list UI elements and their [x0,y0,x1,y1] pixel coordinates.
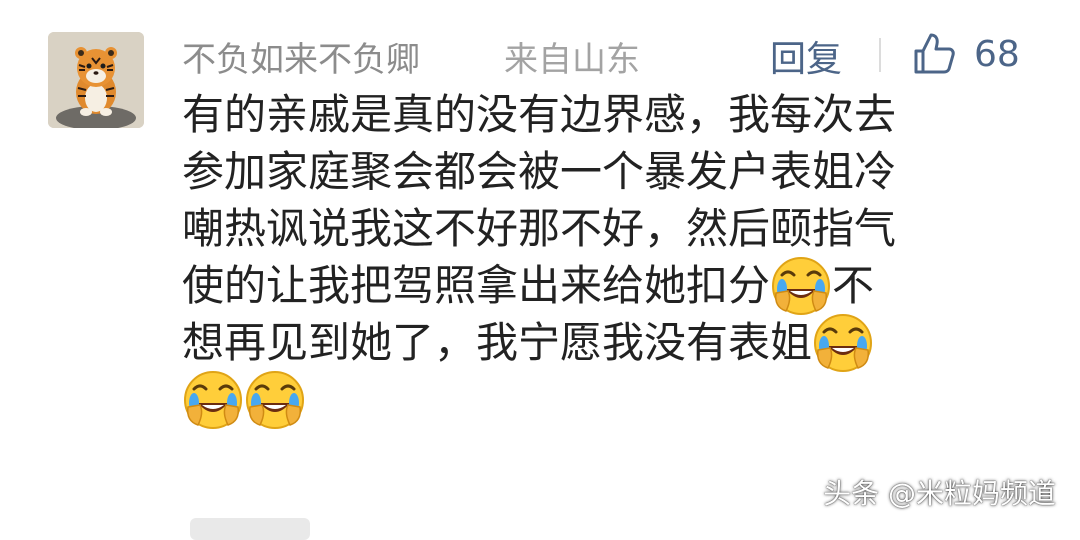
text-line: 想再见到她了，我宁愿我没有表姐 [182,312,1042,374]
reply-button[interactable]: 回复 [770,30,842,82]
username[interactable]: 不负如来不负卿 [182,32,420,81]
like-count: 68 [974,33,1020,75]
like-button[interactable]: 68 [910,28,1020,80]
comment-item: 不负如来不负卿 来自山东 回复 68 有的亲戚是真的没有边界感，我每次去 参加家… [0,0,1080,540]
divider [879,38,881,72]
location-label: 来自山东 [504,40,640,80]
text-line-content: 参加家庭聚会都会被一个暴发户表姐冷 [182,147,897,196]
next-comment-placeholder [190,518,310,540]
text-line-content: 有的亲戚是真的没有边界感，我每次去 [182,90,897,139]
text-line-content: 使的让我把驾照拿出来给她扣分 [182,261,771,310]
text-line-content: 想再见到她了，我宁愿我没有表姐 [182,318,813,367]
text-line: 参加家庭聚会都会被一个暴发户表姐冷 [182,143,1042,200]
thumbs-up-icon [914,33,955,74]
crying-laughing-emoji [812,312,874,374]
text-line-content: 不 [832,261,875,310]
crying-laughing-emoji [244,369,306,431]
text-line: 使的让我把驾照拿出来给她扣分 不 [182,255,1042,317]
comment-header: 不负如来不负卿 来自山东 回复 68 [182,28,1080,80]
tiger-avatar-icon [48,32,144,128]
avatar[interactable] [48,32,144,128]
text-line: 有的亲戚是真的没有边界感，我每次去 [182,86,1042,143]
text-line: 嘲热讽说我这不好那不好，然后颐指气 [182,200,1042,257]
watermark: 头条 @米粒妈频道 [823,477,1056,510]
text-line [182,369,1042,431]
crying-laughing-emoji [182,369,244,431]
text-line-content: 嘲热讽说我这不好那不好，然后颐指气 [182,204,897,253]
crying-laughing-emoji [770,255,832,317]
comment-text: 有的亲戚是真的没有边界感，我每次去 参加家庭聚会都会被一个暴发户表姐冷 嘲热讽说… [182,86,1042,431]
